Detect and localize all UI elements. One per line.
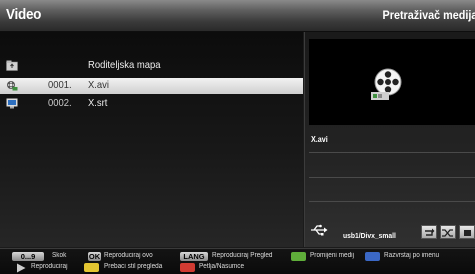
list-item-parent-folder[interactable]: Roditeljska mapa: [0, 58, 303, 74]
file-name: Roditeljska mapa: [88, 59, 161, 71]
video-file-icon: [7, 81, 18, 91]
play-key-label: Reproduciraj: [31, 263, 68, 270]
blue-key[interactable]: [365, 252, 380, 261]
folder-up-icon: [6, 60, 18, 71]
media-browser-title: Pretraživač medija: [382, 8, 475, 22]
stop-icon: [464, 230, 471, 236]
list-item-file-selected[interactable]: 0001. X.avi: [0, 78, 303, 94]
subtitle-file-icon: [6, 98, 18, 109]
red-key-label: Petlja/Nasumce: [199, 263, 245, 270]
preview-filename: X.avi: [311, 135, 328, 144]
blue-key-label: Razvrstaj po imenu: [384, 252, 440, 259]
ok-key[interactable]: OK: [88, 252, 101, 261]
list-item-file[interactable]: 0002. X.srt: [0, 96, 303, 112]
file-number: 0002.: [48, 97, 72, 109]
repeat-icon: [425, 228, 435, 236]
key-hint-bar: 0...9 Skok OK Reproduciraj ovo LANG Repr…: [0, 248, 475, 274]
yellow-key-label: Prebaci stil pregleda: [104, 263, 163, 270]
green-key-label: Promijeni medij: [310, 252, 355, 259]
numeric-key-label: Skok: [52, 252, 67, 259]
repeat-button[interactable]: [421, 225, 437, 239]
film-reel-icon: [371, 68, 402, 100]
shuffle-button[interactable]: [440, 225, 456, 239]
file-name: X.avi: [88, 79, 110, 91]
green-key[interactable]: [291, 252, 306, 261]
divider: [309, 201, 475, 202]
title-bar: Video Pretraživač medija: [0, 0, 475, 32]
lang-key-label: Reproduciraj Pregled: [212, 252, 273, 259]
play-icon[interactable]: [16, 263, 26, 273]
divider: [309, 177, 475, 178]
file-name: X.srt: [88, 97, 108, 109]
divider: [309, 152, 475, 153]
media-browser-screen: Video Pretraživač medija Roditeljska map…: [0, 0, 475, 274]
stop-button[interactable]: [459, 225, 475, 239]
yellow-key[interactable]: [84, 263, 99, 272]
page-title: Video: [6, 6, 42, 23]
ok-key-label: Reproduciraj ovo: [104, 252, 153, 259]
shuffle-icon: [442, 229, 453, 237]
file-number: 0001.: [48, 79, 72, 91]
numeric-key[interactable]: 0...9: [12, 252, 44, 261]
lang-key[interactable]: LANG: [180, 252, 208, 261]
red-key[interactable]: [180, 263, 195, 272]
usb-icon: [311, 224, 328, 236]
device-path: usb1/Divx_small: [343, 231, 396, 240]
